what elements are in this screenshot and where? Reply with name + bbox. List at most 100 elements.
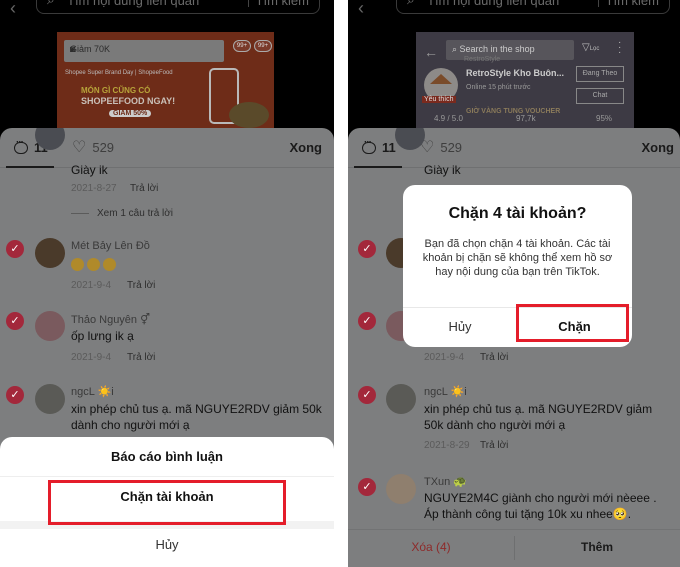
voucher-banner: GIỜ VÀNG TUNG VOUCHER bbox=[466, 108, 561, 115]
checkbox-checked[interactable]: ✓ bbox=[358, 240, 376, 258]
delete-button[interactable]: Xóa (4) bbox=[348, 540, 514, 554]
comment-date: 2021-8-29 bbox=[424, 440, 470, 451]
smile-emoji-icon bbox=[71, 258, 84, 272]
search-input[interactable]: ⌕ Tìm nội dung liên quan Tìm kiếm bbox=[396, 0, 670, 14]
search-divider bbox=[248, 0, 249, 7]
online-status: Online 15 phút trước bbox=[466, 84, 531, 91]
reply-button[interactable]: Trả lời bbox=[130, 183, 158, 194]
smile-emoji-icon bbox=[87, 258, 100, 272]
back-icon[interactable]: ‹ bbox=[10, 0, 16, 19]
comment-icon bbox=[362, 137, 376, 154]
tab-likes[interactable]: ♡ 529 bbox=[72, 138, 115, 156]
shop-rating: 4.9 / 5.0 bbox=[434, 114, 463, 123]
comment-text: xin phép chủ tus ạ. mã NGUYE2RDV giảm 50… bbox=[71, 402, 322, 432]
checkbox-checked[interactable]: ✓ bbox=[358, 478, 376, 496]
search-placeholder: Tìm nội dung liên quan bbox=[67, 0, 200, 8]
roof-icon bbox=[430, 74, 452, 84]
checkbox-checked[interactable]: ✓ bbox=[6, 386, 24, 404]
right-screen: ‹ ⌕ Tìm nội dung liên quan Tìm kiếm Rest… bbox=[348, 0, 680, 567]
emoji-text bbox=[71, 256, 326, 272]
comment-date: 2021-9-4 bbox=[424, 352, 465, 363]
report-comment-option[interactable]: Báo cáo bình luận bbox=[0, 437, 334, 477]
shop-search-text: Search in the shop bbox=[459, 44, 535, 54]
shop-name: RetroStyle Kho Buôn... bbox=[466, 68, 565, 78]
back-icon[interactable]: ‹ bbox=[358, 0, 364, 19]
done-button[interactable]: Xong bbox=[642, 140, 675, 155]
commenter-name: ngcL ☀️i bbox=[424, 386, 467, 398]
more-icon: · · · bbox=[618, 37, 622, 58]
highlight-box bbox=[516, 304, 629, 342]
comment-text: ốp lưng ik ạ bbox=[71, 329, 134, 343]
view-replies-link[interactable]: Xem 1 câu trả lời bbox=[71, 208, 173, 219]
commenter-name: Mét Bảy Lên Đồ bbox=[71, 240, 150, 252]
comments-count: 11 bbox=[382, 140, 396, 155]
search-divider bbox=[598, 0, 599, 7]
comment-date: 2021-8-27 bbox=[71, 183, 117, 194]
cart-badge: 99+ bbox=[233, 40, 251, 52]
dialog-title: Chặn 4 tài khoản? bbox=[448, 205, 587, 222]
search-placeholder: Tìm nội dung liên quan bbox=[427, 0, 560, 8]
likes-count: 529 bbox=[92, 140, 115, 155]
cancel-option[interactable]: Hủy bbox=[0, 525, 334, 565]
avatar bbox=[386, 384, 416, 414]
checkbox-checked[interactable]: ✓ bbox=[6, 312, 24, 330]
tab-underline bbox=[6, 166, 54, 168]
thumb-search-bar: Giảm 70K ◙ bbox=[64, 40, 224, 62]
food-plate-graphic bbox=[229, 102, 269, 128]
promo-tag: GIẢM 50% bbox=[109, 110, 152, 117]
more-button[interactable]: Thêm bbox=[514, 540, 680, 554]
comment-date: 2021-9-4 bbox=[71, 280, 112, 291]
search-button[interactable]: Tìm kiếm bbox=[256, 0, 309, 8]
avatar bbox=[35, 238, 65, 268]
reply-button[interactable]: Trả lời bbox=[127, 352, 155, 363]
avatar bbox=[35, 311, 65, 341]
bottom-action-bar: Xóa (4) Thêm bbox=[348, 529, 680, 567]
shop-search-bar: ⌕ Search in the shop bbox=[446, 40, 574, 60]
chat-badge: 99+ bbox=[254, 40, 272, 52]
comment-text: Giày ik bbox=[424, 163, 461, 177]
avatar bbox=[35, 384, 65, 414]
done-button[interactable]: Xong bbox=[290, 140, 323, 155]
smile-emoji-icon bbox=[103, 258, 116, 272]
chat-button: Chat bbox=[576, 88, 624, 104]
filter-icon: ▽Lọc bbox=[582, 42, 600, 53]
search-icon: ⌕ bbox=[407, 0, 415, 8]
video-thumbnail[interactable]: RestroStyle ← ⌕ Search in the shop ▽Lọc … bbox=[416, 32, 634, 128]
avatar bbox=[386, 474, 416, 504]
comment-icon bbox=[14, 137, 28, 154]
dialog-message: Bạn đã chọn chặn 4 tài khoản. Các tài kh… bbox=[422, 238, 613, 278]
top-search-bar: ‹ ⌕ Tìm nội dung liên quan Tìm kiếm bbox=[348, 0, 680, 30]
favorite-badge: Yêu thích bbox=[422, 96, 456, 103]
tab-likes[interactable]: ♡ 529 bbox=[420, 139, 463, 155]
tab-underline bbox=[354, 166, 402, 168]
dialog-cancel-button[interactable]: Hủy bbox=[403, 307, 517, 347]
checkbox-checked[interactable]: ✓ bbox=[358, 312, 376, 330]
left-screen: ‹ ⌕ Tìm nội dung liên quan Tìm kiếm Giảm… bbox=[0, 0, 334, 567]
highlight-box bbox=[48, 480, 286, 525]
shop-followers: 97,7k bbox=[516, 114, 536, 123]
commenter-name: ngcL ☀️i bbox=[71, 386, 114, 398]
checkbox-checked[interactable]: ✓ bbox=[358, 386, 376, 404]
brand-row: Shopee Super Brand Day | ShopeeFood bbox=[65, 70, 173, 76]
reply-button[interactable]: Trả lời bbox=[127, 280, 155, 291]
filter-label: Lọc bbox=[589, 46, 600, 52]
camera-icon: ◙ bbox=[70, 44, 76, 54]
promo-line-1: MÓN GÌ CŨNG CÓ bbox=[81, 86, 151, 95]
reply-button[interactable]: Trả lời bbox=[480, 440, 508, 451]
commenter-name: TXun 🐢 bbox=[424, 476, 468, 488]
promo-line-2: SHOPEEFOOD NGAY! bbox=[81, 96, 176, 106]
checkbox-checked[interactable]: ✓ bbox=[6, 240, 24, 258]
video-thumbnail[interactable]: Giảm 70K ◙ 99+ 99+ Shopee Super Brand Da… bbox=[57, 32, 274, 128]
comment-text: Giày ik bbox=[71, 163, 108, 177]
likes-count: 529 bbox=[440, 140, 463, 155]
search-input[interactable]: ⌕ Tìm nội dung liên quan Tìm kiếm bbox=[36, 0, 320, 14]
tab-comments[interactable]: 11 bbox=[362, 137, 396, 155]
top-search-bar: ‹ ⌕ Tìm nội dung liên quan Tìm kiếm bbox=[0, 0, 334, 30]
search-button[interactable]: Tìm kiếm bbox=[606, 0, 659, 8]
comment-date: 2021-9-4 bbox=[71, 352, 112, 363]
shop-back-icon: ← bbox=[424, 44, 438, 60]
comment-text: NGUYE2M4C giành cho người mới nèeee . Áp… bbox=[424, 491, 657, 521]
heart-icon: ♡ bbox=[72, 138, 87, 156]
reply-button[interactable]: Trả lời bbox=[480, 352, 508, 363]
commenter-name: Thảo Nguyên ⚥ bbox=[71, 314, 151, 326]
